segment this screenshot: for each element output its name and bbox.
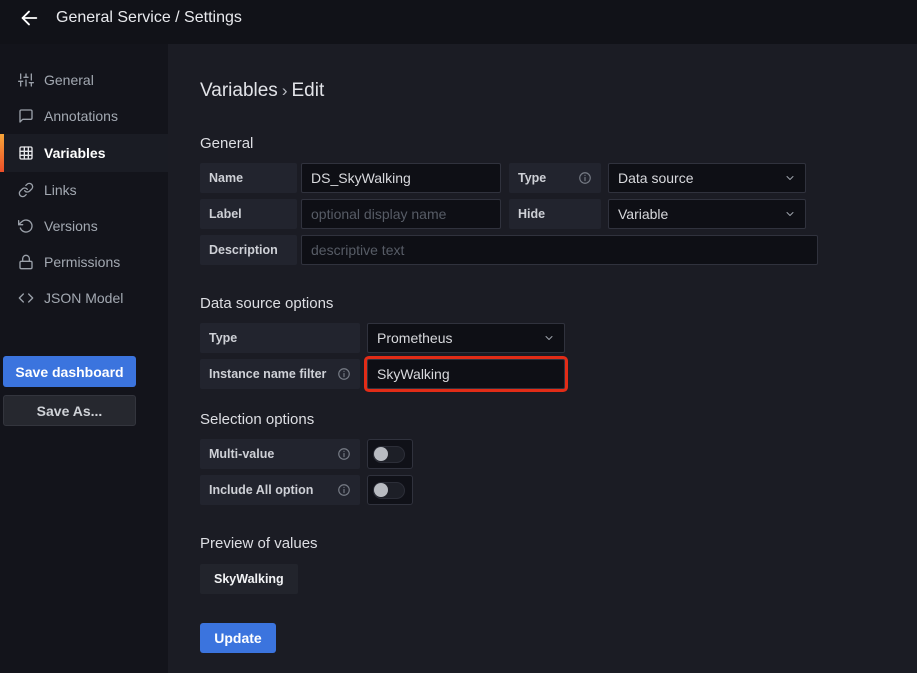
sidebar-item-label: Links: [44, 182, 77, 198]
hide-select[interactable]: Variable: [608, 199, 806, 229]
toggle-knob: [374, 447, 388, 461]
data-source-options-title: Data source options: [200, 295, 917, 312]
description-input[interactable]: [301, 235, 818, 265]
hide-label: Hide: [509, 199, 601, 229]
ds-type-row: Type Prometheus: [200, 323, 917, 353]
name-input[interactable]: [301, 163, 501, 193]
label-label: Label: [200, 199, 297, 229]
code-brackets-icon: [18, 290, 34, 306]
multi-value-label: Multi-value: [200, 439, 360, 469]
include-all-label: Include All option: [200, 475, 360, 505]
sidebar-item-general[interactable]: General: [0, 62, 168, 98]
multi-value-row: Multi-value: [200, 439, 917, 469]
sidebar-item-permissions[interactable]: Permissions: [0, 244, 168, 280]
general-section-title: General: [200, 135, 917, 152]
link-icon: [18, 182, 34, 198]
preview-value-tag[interactable]: SkyWalking: [200, 564, 298, 594]
breadcrumb: Variables›Edit: [200, 80, 917, 102]
table-grid-icon: [18, 145, 34, 161]
preview-of-values-title: Preview of values: [200, 535, 917, 552]
multi-value-toggle[interactable]: [367, 439, 413, 469]
save-as-button[interactable]: Save As...: [3, 395, 136, 426]
sidebar-item-label: Variables: [44, 145, 106, 161]
include-all-row: Include All option: [200, 475, 917, 505]
chevron-down-icon: [543, 332, 555, 344]
label-input[interactable]: [301, 199, 501, 229]
history-icon: [18, 218, 34, 234]
info-icon[interactable]: [337, 483, 351, 497]
variables-edit-panel: Variables›Edit General Name Type Data so…: [168, 44, 917, 673]
sidebar-item-label: Permissions: [44, 254, 120, 270]
info-icon[interactable]: [337, 367, 351, 381]
sidebar-item-label: JSON Model: [44, 290, 123, 306]
sidebar-item-label: General: [44, 72, 94, 88]
toggle-track: [373, 482, 405, 499]
sidebar-item-json-model[interactable]: JSON Model: [0, 280, 168, 316]
comment-icon: [18, 108, 34, 124]
description-row: Description: [200, 235, 917, 265]
label-hide-row: Label Hide Variable: [200, 199, 917, 229]
sidebar-item-annotations[interactable]: Annotations: [0, 98, 168, 134]
breadcrumb-separator: ›: [278, 81, 292, 100]
name-type-row: Name Type Data source: [200, 163, 917, 193]
save-dashboard-button[interactable]: Save dashboard: [3, 356, 136, 387]
sidebar-item-variables[interactable]: Variables: [0, 134, 168, 172]
sliders-icon: [18, 72, 34, 88]
include-all-toggle[interactable]: [367, 475, 413, 505]
sidebar-item-versions[interactable]: Versions: [0, 208, 168, 244]
instance-name-filter-input[interactable]: [367, 359, 565, 389]
toggle-track: [373, 446, 405, 463]
preview-values-list: SkyWalking: [200, 563, 917, 594]
back-arrow-icon[interactable]: [12, 7, 46, 29]
update-button[interactable]: Update: [200, 623, 276, 653]
chevron-down-icon: [784, 208, 796, 220]
info-icon[interactable]: [337, 447, 351, 461]
instance-filter-label: Instance name filter: [200, 359, 360, 389]
sidebar-item-label: Annotations: [44, 108, 118, 124]
selection-options-title: Selection options: [200, 411, 917, 428]
sidebar-item-links[interactable]: Links: [0, 172, 168, 208]
type-label: Type: [509, 163, 601, 193]
breadcrumb-page: Edit: [291, 80, 324, 101]
ds-type-select[interactable]: Prometheus: [367, 323, 565, 353]
page-title: General Service / Settings: [56, 7, 242, 28]
ds-type-label: Type: [200, 323, 360, 353]
info-icon[interactable]: [578, 171, 592, 185]
description-label: Description: [200, 235, 297, 265]
settings-sidebar: General Annotations Variables Links Vers…: [0, 44, 168, 673]
name-label: Name: [200, 163, 297, 193]
type-select[interactable]: Data source: [608, 163, 806, 193]
instance-filter-row: Instance name filter: [200, 359, 917, 389]
chevron-down-icon: [784, 172, 796, 184]
lock-icon: [18, 254, 34, 270]
top-header: General Service / Settings: [0, 0, 917, 44]
breadcrumb-section: Variables: [200, 80, 278, 101]
sidebar-item-label: Versions: [44, 218, 98, 234]
toggle-knob: [374, 483, 388, 497]
